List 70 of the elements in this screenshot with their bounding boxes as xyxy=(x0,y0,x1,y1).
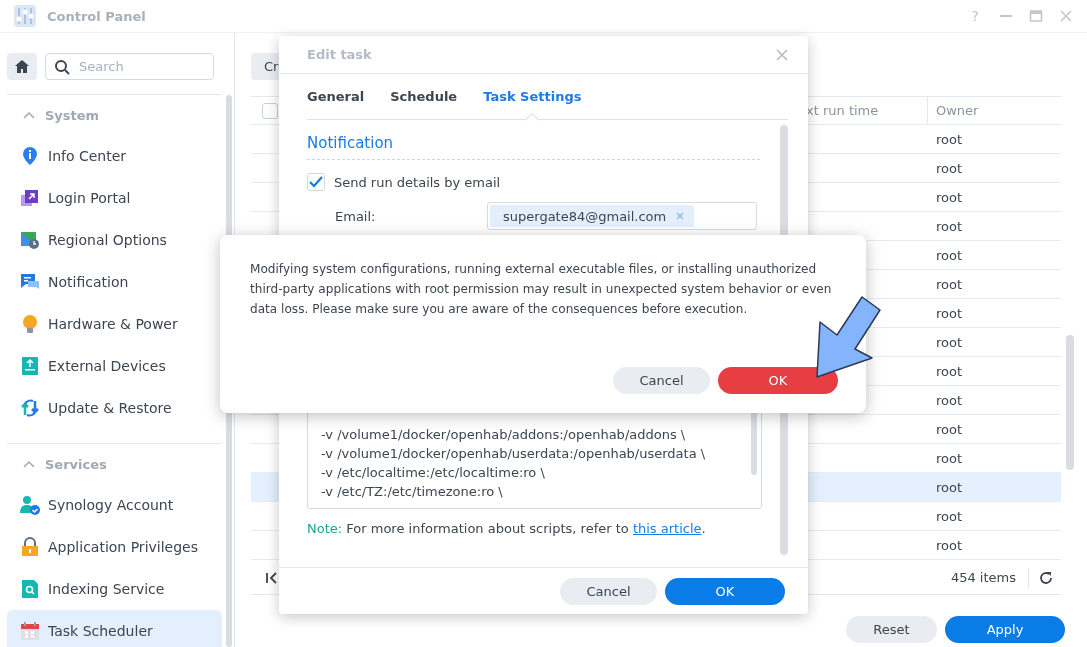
table-cell[interactable]: root xyxy=(927,357,1061,385)
map-clock-icon xyxy=(20,230,40,250)
sidebar-item[interactable]: Update & Restore xyxy=(7,387,222,429)
table-cell[interactable]: root xyxy=(927,502,1061,530)
article-link[interactable]: this article xyxy=(632,521,702,536)
window-arrow-icon xyxy=(20,188,40,208)
email-field[interactable]: supergate84@gmail.com xyxy=(487,202,757,230)
group-heading: Services xyxy=(45,456,107,472)
sidebar-item[interactable]: Task Scheduler xyxy=(7,610,222,647)
tab[interactable]: Task Settings xyxy=(483,74,582,119)
table-cell[interactable]: root xyxy=(927,154,1061,182)
tab[interactable]: General xyxy=(307,74,365,119)
circular-arrows-icon xyxy=(20,398,40,418)
padlock-icon xyxy=(20,537,40,557)
table-cell[interactable]: root xyxy=(927,241,1061,269)
sliders-app-icon xyxy=(13,4,37,28)
sidebar-item[interactable]: Info Center xyxy=(7,135,222,177)
info-pin-icon xyxy=(20,146,40,166)
refresh-icon[interactable] xyxy=(1039,570,1053,585)
caret-icon[interactable] xyxy=(23,460,35,468)
dialog-title: Edit task xyxy=(307,47,372,62)
table-cell[interactable]: root xyxy=(927,328,1061,356)
document-search-icon xyxy=(20,579,40,599)
tab[interactable]: Schedule xyxy=(390,74,458,119)
sidebar-item[interactable]: Hardware & Power xyxy=(7,303,222,345)
sidebar-item[interactable]: Indexing Service xyxy=(7,568,222,610)
item-count: 454 items xyxy=(950,567,1029,588)
table-cell[interactable]: root xyxy=(927,270,1061,298)
caret-icon[interactable] xyxy=(23,111,35,119)
home-button[interactable] xyxy=(7,53,37,80)
first-page-icon[interactable] xyxy=(265,570,279,585)
upload-tray-icon xyxy=(20,356,40,376)
ok-button[interactable]: OK xyxy=(718,367,838,394)
checkbox-label: Send run details by email xyxy=(334,174,501,190)
group-heading: System xyxy=(45,107,100,123)
ok-button[interactable]: OK xyxy=(665,577,785,605)
checkbox[interactable] xyxy=(307,173,325,191)
search-icon xyxy=(54,59,70,75)
table-cell[interactable]: root xyxy=(927,125,1061,153)
scrollbar[interactable] xyxy=(1066,335,1074,470)
section-heading: Notification xyxy=(307,134,395,154)
warning-message: Modifying system configurations, running external executable files, or installing unauthorized third-party applications with root permission may result in unexpected system behavior or even data loss. Please make sure you are aware of the consequences before execution. xyxy=(250,261,833,318)
email-label: Email: xyxy=(335,208,377,224)
sidebar-item[interactable]: Synology Account xyxy=(7,484,222,526)
table-cell[interactable]: root xyxy=(927,183,1061,211)
close-icon[interactable] xyxy=(776,48,788,61)
note-text: Note: For more information about scripts, refer to this article. xyxy=(307,521,707,536)
close-icon[interactable] xyxy=(1059,9,1073,23)
apply-button[interactable]: Apply xyxy=(945,616,1065,643)
calendar-icon xyxy=(20,621,40,641)
table-cell[interactable]: root xyxy=(927,212,1061,240)
search-field[interactable]: Search xyxy=(45,53,214,80)
chat-bubble-icon xyxy=(20,272,40,292)
home-icon xyxy=(14,59,30,74)
select-all-checkbox[interactable] xyxy=(262,102,278,119)
table-cell[interactable]: root xyxy=(927,299,1061,327)
light-bulb-icon xyxy=(20,314,40,334)
maximize-icon[interactable] xyxy=(1029,9,1043,23)
user-check-icon xyxy=(20,495,40,515)
sidebar-item[interactable]: Application Privileges xyxy=(7,526,222,568)
table-cell[interactable]: root xyxy=(927,444,1061,472)
table-cell[interactable]: root xyxy=(927,386,1061,414)
sidebar-item[interactable]: Login Portal xyxy=(7,177,222,219)
reset-button[interactable]: Reset xyxy=(846,616,937,643)
window-title: Control Panel xyxy=(47,8,146,24)
remove-icon[interactable] xyxy=(676,212,685,220)
cancel-button[interactable]: Cancel xyxy=(560,577,657,605)
cancel-button[interactable]: Cancel xyxy=(613,367,710,394)
table-cell[interactable]: root xyxy=(927,415,1061,443)
table-cell[interactable]: root xyxy=(927,531,1061,559)
